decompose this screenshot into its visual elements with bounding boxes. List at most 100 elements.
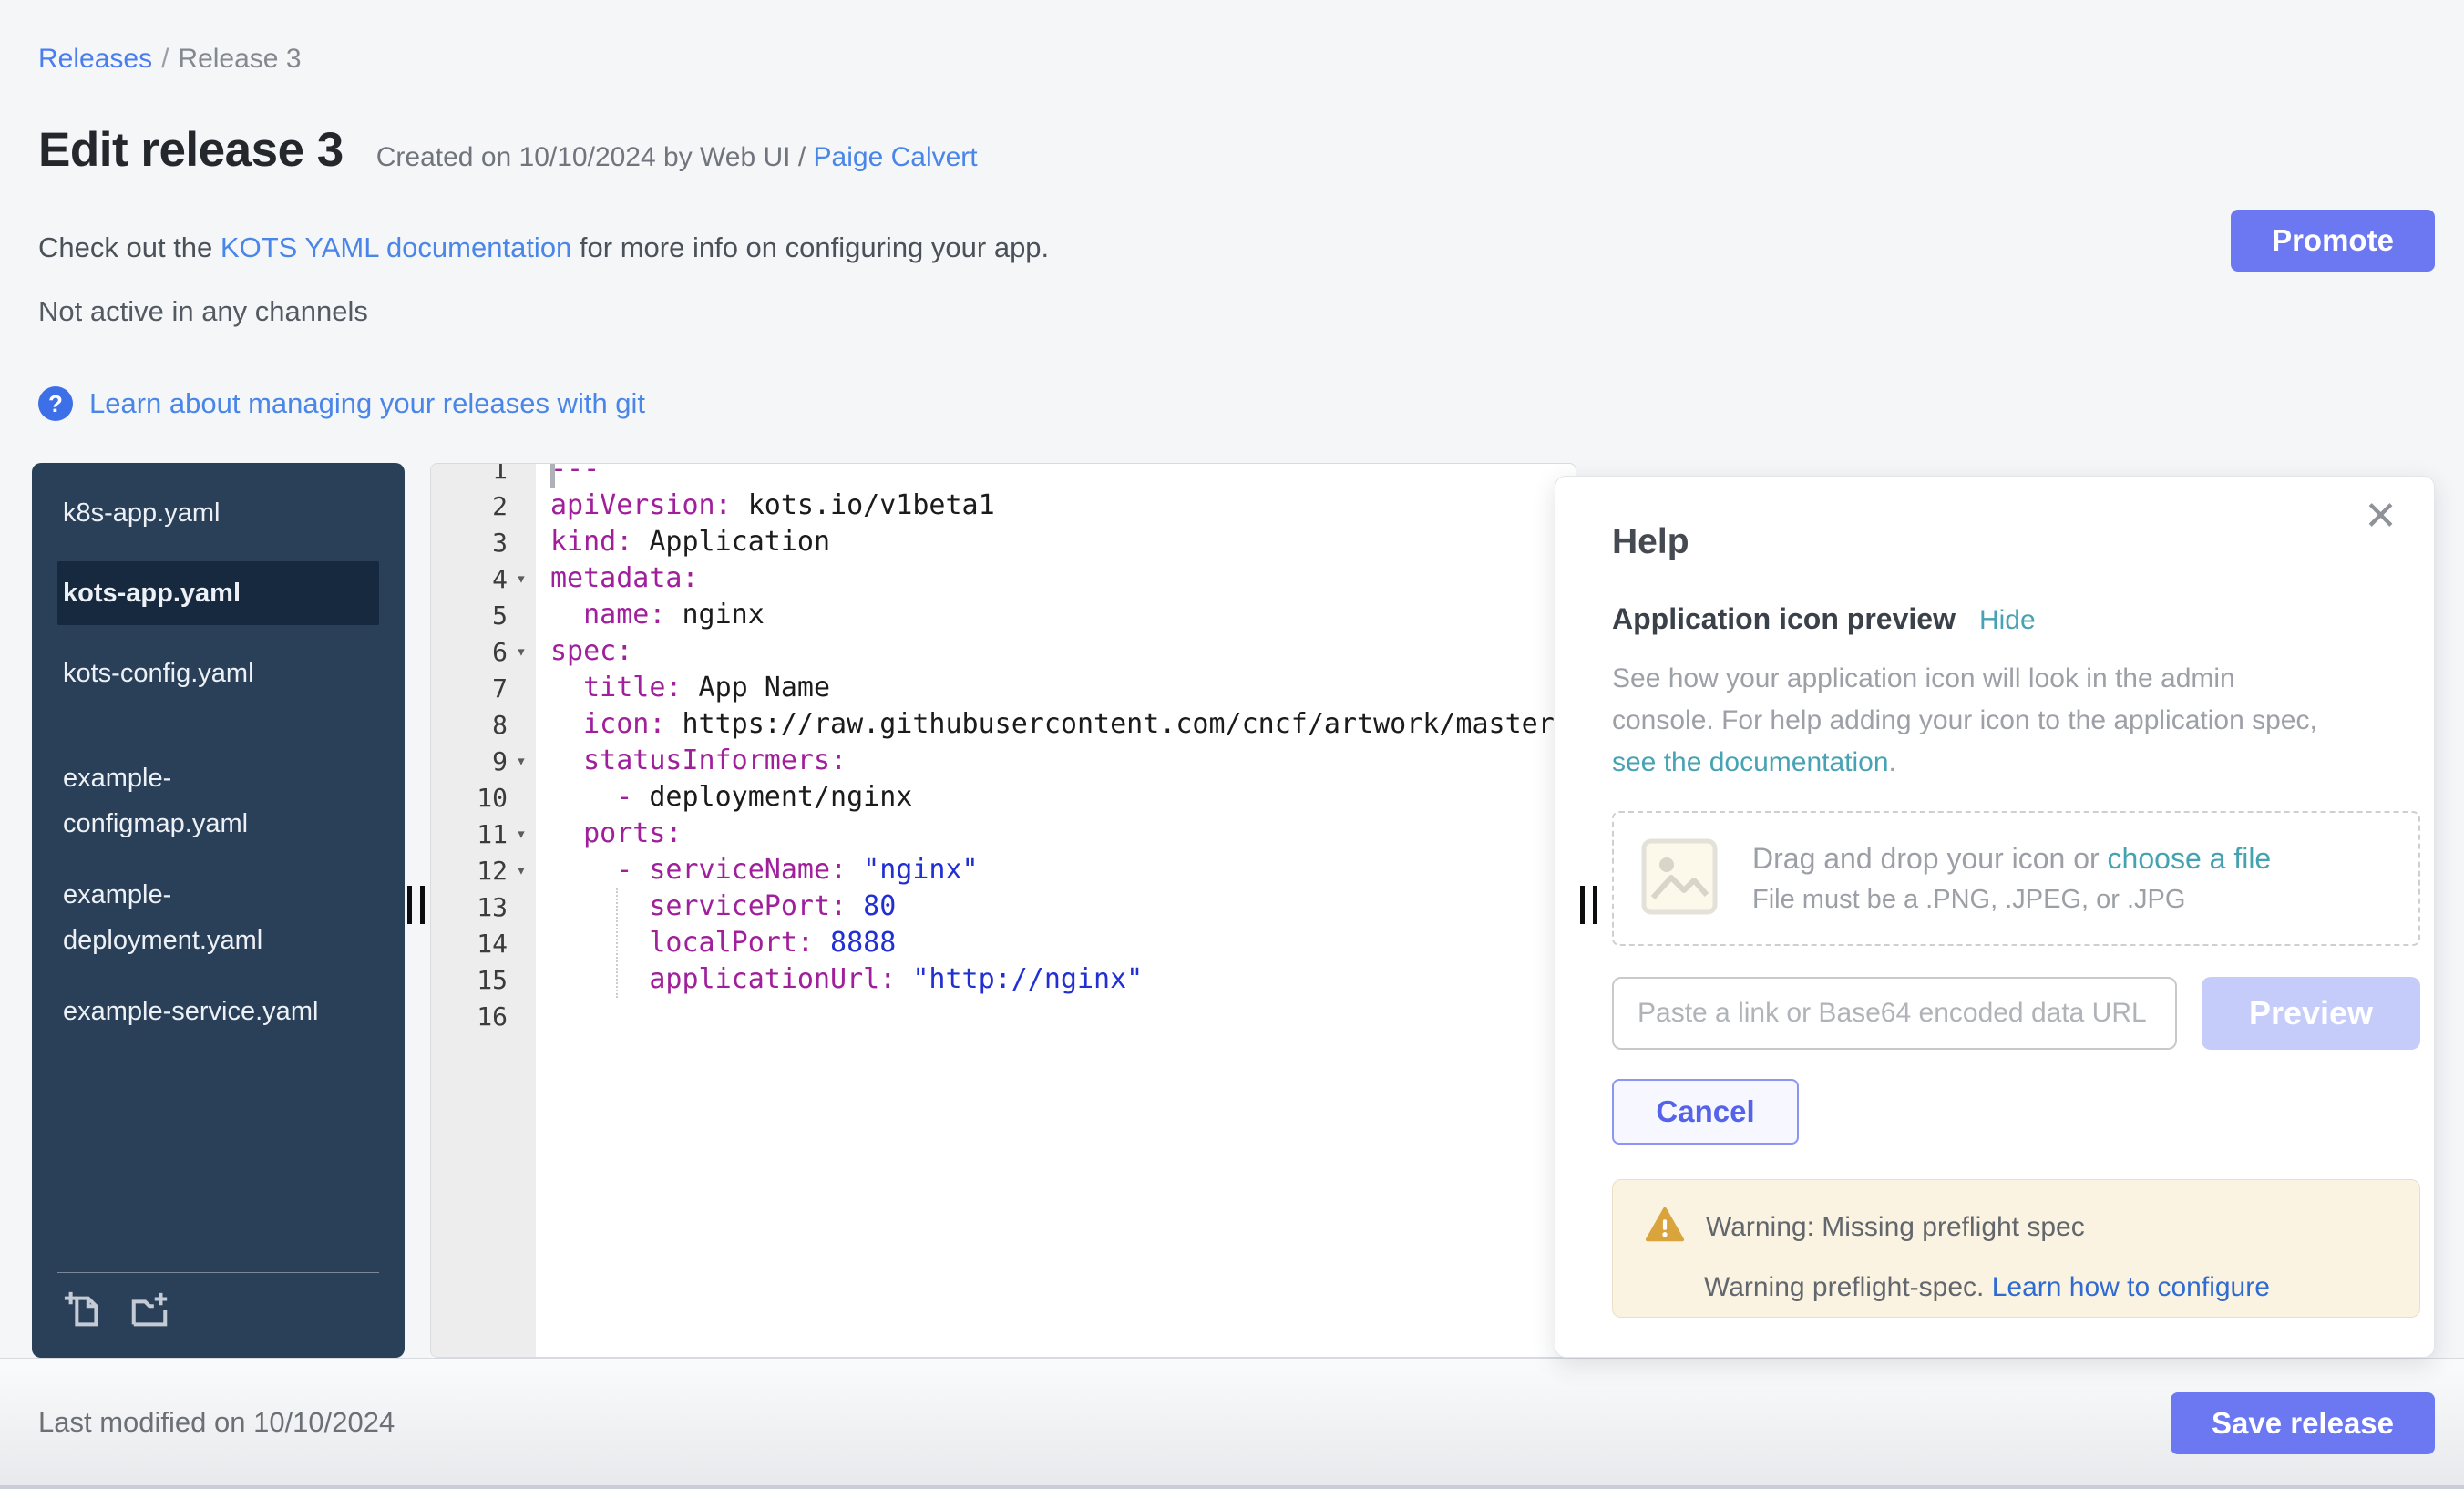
warning-title: Warning: Missing preflight spec — [1706, 1212, 2085, 1243]
icon-preview-section-header: Application icon preview Hide — [1612, 602, 2418, 636]
code-line-16[interactable] — [536, 998, 1576, 1034]
code-line-4[interactable]: metadata: — [536, 560, 1576, 597]
promote-button[interactable]: Promote — [2231, 210, 2435, 272]
yaml-editor[interactable]: 1234▾56▾789▾1011▾12▾13141516 ---apiVersi… — [430, 463, 1576, 1358]
icon-preview-description: See how your application icon will look … — [1612, 658, 2341, 784]
image-placeholder-icon — [1639, 837, 1720, 921]
docs-pre: Check out the — [38, 231, 221, 263]
code-line-8[interactable]: icon: https://raw.githubusercontent.com/… — [536, 706, 1576, 743]
dropzone-hint: File must be a .PNG, .JPEG, or .JPG — [1752, 885, 2271, 915]
preflight-warning-box: Warning: Missing preflight spec Warning … — [1612, 1179, 2420, 1318]
editor-cursor — [550, 464, 555, 488]
created-by-link[interactable]: Paige Calvert — [814, 142, 978, 172]
gutter-line-2: 2 — [431, 488, 536, 524]
breadcrumb-current: Release 3 — [178, 44, 301, 74]
code-line-5[interactable]: name: nginx — [536, 597, 1576, 633]
title-row: Edit release 3 Created on 10/10/2024 by … — [38, 122, 978, 178]
file-item-example-deployment-yaml[interactable]: example-deployment.yaml — [32, 872, 405, 963]
gutter-line-4: 4▾ — [431, 560, 536, 597]
save-release-button[interactable]: Save release — [2171, 1392, 2435, 1454]
icon-url-row: Preview — [1612, 977, 2420, 1050]
code-line-2[interactable]: apiVersion: kots.io/v1beta1 — [536, 488, 1576, 524]
fold-arrow-icon[interactable]: ▾ — [508, 816, 535, 852]
code-line-13[interactable]: servicePort: 80 — [536, 888, 1576, 925]
gutter-line-1: 1 — [431, 463, 536, 488]
hide-link[interactable]: Hide — [1979, 605, 2036, 636]
kots-docs-link[interactable]: KOTS YAML documentation — [221, 231, 571, 263]
preview-button[interactable]: Preview — [2202, 977, 2420, 1050]
dropzone-text: Drag and drop your icon or choose a file… — [1752, 842, 2271, 915]
code-line-6[interactable]: spec: — [536, 633, 1576, 670]
page-title: Edit release 3 — [38, 122, 344, 178]
gutter-line-13: 13 — [431, 888, 536, 925]
file-tree-sidebar: k8s-app.yaml kots-app.yaml kots-config.yam… — [32, 463, 405, 1358]
file-tree-footer-divider — [57, 1272, 379, 1273]
gutter-line-9: 9▾ — [431, 743, 536, 779]
gutter-line-6: 6▾ — [431, 633, 536, 670]
edit-release-page: Releases/Release 3 Edit release 3 Create… — [0, 0, 2464, 1489]
gutter-line-3: 3 — [431, 524, 536, 560]
footer-bar: Last modified on 10/10/2024 — [0, 1358, 2464, 1489]
created-line: Created on 10/10/2024 by Web UI / Paige … — [376, 142, 978, 173]
gutter-line-16: 16 — [431, 998, 536, 1034]
fold-arrow-icon[interactable]: ▾ — [508, 852, 535, 888]
help-panel-title: Help — [1612, 522, 2418, 562]
sidebar-resize-handle[interactable] — [407, 886, 427, 924]
description-period: . — [1889, 747, 1896, 777]
code-line-14[interactable]: localPort: 8888 — [536, 925, 1576, 961]
icon-dropzone[interactable]: Drag and drop your icon or choose a file… — [1612, 811, 2420, 946]
fold-arrow-icon[interactable]: ▾ — [508, 560, 535, 597]
description-text: See how your application icon will look … — [1612, 663, 2317, 735]
close-icon[interactable]: ✕ — [2364, 497, 2397, 537]
code-line-3[interactable]: kind: Application — [536, 524, 1576, 560]
file-list: k8s-app.yaml kots-app.yaml kots-config.yam… — [32, 490, 405, 1034]
file-item-example-configmap-yaml[interactable]: example-configmap.yaml — [32, 755, 405, 847]
new-folder-icon[interactable] — [128, 1289, 170, 1336]
icon-preview-title: Application icon preview — [1612, 602, 1956, 636]
icon-url-input[interactable] — [1612, 977, 2177, 1050]
code-line-10[interactable]: - deployment/nginx — [536, 779, 1576, 816]
created-text: Created on 10/10/2024 by Web UI / — [376, 142, 814, 172]
new-file-icon[interactable] — [63, 1289, 105, 1336]
last-modified-text: Last modified on 10/10/2024 — [38, 1406, 395, 1439]
breadcrumb: Releases/Release 3 — [38, 44, 302, 75]
indent-guide — [616, 888, 618, 998]
fold-arrow-icon[interactable]: ▾ — [508, 633, 535, 670]
code-line-11[interactable]: ports: — [536, 816, 1576, 852]
file-item-kots-app-yaml[interactable]: kots-app.yaml — [57, 561, 379, 625]
git-releases-link[interactable]: Learn about managing your releases with … — [89, 387, 645, 420]
gutter-line-5: 5 — [431, 597, 536, 633]
code-line-12[interactable]: - serviceName: "nginx" — [536, 852, 1576, 888]
file-item-kots-config-yaml[interactable]: kots-config.yaml — [32, 651, 405, 696]
warning-detail-text: Warning preflight-spec. — [1704, 1272, 1992, 1302]
git-help-row: ? Learn about managing your releases wit… — [38, 386, 645, 421]
code-line-1[interactable]: --- — [536, 463, 1576, 488]
help-resize-handle[interactable] — [1580, 886, 1600, 924]
code-line-7[interactable]: title: App Name — [536, 670, 1576, 706]
see-documentation-link[interactable]: see the documentation — [1612, 747, 1889, 777]
warning-icon — [1644, 1204, 1686, 1250]
gutter-line-11: 11▾ — [431, 816, 536, 852]
fold-arrow-icon[interactable]: ▾ — [508, 743, 535, 779]
code-line-15[interactable]: applicationUrl: "http://nginx" — [536, 961, 1576, 998]
editor-gutter-rows: 1234▾56▾789▾1011▾12▾13141516 — [431, 463, 536, 1034]
file-tree-actions — [57, 1289, 379, 1336]
gutter-line-8: 8 — [431, 706, 536, 743]
channel-status: Not active in any channels — [38, 295, 368, 328]
docs-line: Check out the KOTS YAML documentation fo… — [38, 231, 1049, 264]
warning-detail: Warning preflight-spec. Learn how to con… — [1704, 1272, 2388, 1303]
gutter-line-12: 12▾ — [431, 852, 536, 888]
choose-file-link[interactable]: choose a file — [2108, 842, 2272, 875]
cancel-button[interactable]: Cancel — [1612, 1079, 1799, 1145]
file-tree-footer — [57, 1272, 379, 1336]
file-item-k8s-app-yaml[interactable]: k8s-app.yaml — [32, 490, 405, 536]
breadcrumb-releases-link[interactable]: Releases — [38, 44, 152, 74]
gutter-line-7: 7 — [431, 670, 536, 706]
question-icon: ? — [38, 386, 73, 421]
file-item-example-service-yaml[interactable]: example-service.yaml — [32, 989, 405, 1034]
dropzone-label: Drag and drop your icon or — [1752, 842, 2108, 875]
learn-configure-link[interactable]: Learn how to configure — [1992, 1272, 2270, 1302]
gutter-line-15: 15 — [431, 961, 536, 998]
editor-code-rows[interactable]: ---apiVersion: kots.io/v1beta1kind: Appl… — [536, 463, 1576, 1034]
code-line-9[interactable]: statusInformers: — [536, 743, 1576, 779]
